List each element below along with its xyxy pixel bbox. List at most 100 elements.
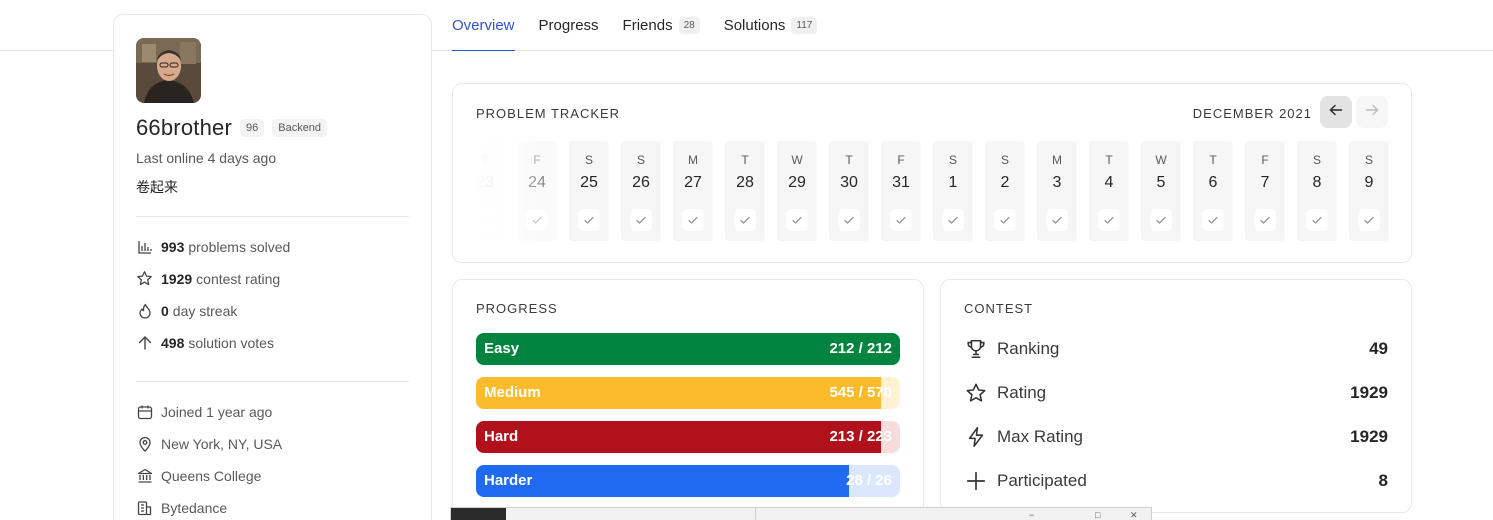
stat-value: 993 (161, 238, 185, 255)
tracker-day[interactable]: W5 (1141, 141, 1181, 241)
stat-label: solution votes (188, 334, 274, 351)
tab-label: Solutions (723, 17, 786, 34)
day-of-week: W (791, 153, 803, 167)
contest-row-label: Ranking (997, 339, 1060, 358)
progress-label: Harder (484, 472, 533, 489)
tab-friends[interactable]: Friends 28 (623, 0, 700, 51)
day-number: 9 (1364, 174, 1374, 191)
stat-problems-solved: 993 problems solved (136, 238, 290, 255)
profile-motto: 卷起来 (136, 179, 178, 195)
info-text: Queens College (161, 467, 262, 484)
check-icon (1046, 209, 1068, 231)
tracker-day[interactable]: T6 (1193, 141, 1233, 241)
prev-month-button[interactable] (1320, 96, 1352, 128)
tracker-day[interactable]: F 31 (881, 141, 921, 241)
info-joined: Joined 1 year ago (136, 403, 272, 420)
progress-card: PROGRESS Easy 212 / 212 Medium 545 / 570 Har… (452, 279, 924, 520)
profile-divider (136, 216, 409, 217)
day-of-week: W (1155, 153, 1167, 167)
trophy-icon (964, 337, 988, 361)
stat-label: problems solved (188, 238, 291, 255)
day-number: 5 (1156, 174, 1166, 191)
progress-bar-medium: Medium 545 / 570 (476, 377, 900, 409)
tracker-day[interactable]: M3 (1037, 141, 1077, 241)
tracker-day[interactable]: S2 (985, 141, 1025, 241)
close-icon[interactable]: ✕ (1130, 510, 1138, 520)
progress-label: Medium (484, 384, 541, 401)
tracker-day[interactable]: S8 (1297, 141, 1337, 241)
day-of-week: S (636, 153, 645, 167)
tab-label: Friends (622, 17, 673, 34)
location-pin-icon (136, 435, 153, 452)
tracker-day[interactable]: F7 (1245, 141, 1285, 241)
next-month-button[interactable] (1356, 96, 1388, 128)
day-of-week: F (533, 153, 541, 167)
day-number: 26 (632, 174, 650, 191)
tracker-day[interactable]: S 25 (569, 141, 609, 241)
contest-row-rating: Rating 1929 (964, 378, 1388, 408)
tracker-day[interactable]: T 30 (829, 141, 869, 241)
check-icon (630, 209, 652, 231)
day-of-week: T (481, 153, 489, 167)
progress-value: 28 / 26 (846, 472, 892, 489)
day-number: 2 (1000, 174, 1010, 191)
info-school: Queens College (136, 467, 261, 484)
flame-icon (136, 302, 153, 319)
progress-label: Hard (484, 428, 519, 445)
progress-label: Easy (484, 340, 520, 357)
tracker-day[interactable]: S 26 (621, 141, 661, 241)
minimize-icon[interactable]: − (1029, 510, 1034, 520)
tracker-day[interactable]: M 27 (673, 141, 713, 241)
day-number: 7 (1260, 174, 1270, 191)
contest-row-value: 1929 (1350, 427, 1388, 446)
check-icon (786, 209, 808, 231)
bottom-window-strip[interactable]: − □ ✕ (450, 507, 1152, 520)
day-number: 27 (684, 174, 702, 191)
day-of-week: M (688, 153, 698, 167)
profile-tabs: Overview Progress Friends 28 Solutions 117 (452, 0, 818, 51)
tab-progress[interactable]: Progress (539, 0, 599, 51)
tab-solutions[interactable]: Solutions 117 (724, 0, 818, 51)
tracker-day[interactable]: F 24 (517, 141, 557, 241)
tracker-day[interactable]: T 28 (725, 141, 765, 241)
day-of-week: F (897, 153, 905, 167)
avatar[interactable] (136, 38, 201, 103)
check-icon (526, 209, 548, 231)
arrow-up-icon (136, 334, 153, 351)
check-icon (1358, 209, 1380, 231)
tracker-day[interactable]: W 29 (777, 141, 817, 241)
tracker-day[interactable]: S9 (1349, 141, 1389, 241)
progress-bar-easy: Easy 212 / 212 (476, 333, 900, 365)
username: 66brother (136, 115, 232, 140)
dock-separator (755, 508, 756, 520)
tracker-month: DECEMBER 2021 (1192, 106, 1312, 121)
day-of-week: S (1000, 153, 1009, 167)
progress-bar-harder: Harder 28 / 26 (476, 465, 900, 497)
star-icon (136, 270, 153, 287)
stat-value: 0 (161, 302, 169, 319)
lightning-icon (964, 425, 988, 449)
progress-title: PROGRESS (476, 301, 558, 316)
tab-overview[interactable]: Overview (452, 0, 515, 51)
check-icon (890, 209, 912, 231)
tracker-day[interactable]: T4 (1089, 141, 1129, 241)
check-icon (1254, 209, 1276, 231)
tracker-title: PROBLEM TRACKER (476, 106, 621, 121)
day-number: 28 (736, 174, 754, 191)
arrow-right-icon (1365, 103, 1379, 121)
stat-label: contest rating (196, 270, 281, 287)
day-number: 8 (1312, 174, 1322, 191)
tracker-day[interactable]: T 23 (465, 141, 505, 241)
tracker-day[interactable]: S1 (933, 141, 973, 241)
contest-row-label: Participated (997, 471, 1087, 490)
maximize-icon[interactable]: □ (1095, 510, 1100, 520)
contest-row-value: 8 (1378, 471, 1388, 490)
day-number: 3 (1052, 174, 1062, 191)
check-icon (734, 209, 756, 231)
check-icon (1098, 209, 1120, 231)
problem-tracker-card: PROBLEM TRACKER DECEMBER 2021 T 23 F 24 S 25 S… (452, 83, 1412, 263)
arrow-left-icon (1329, 103, 1343, 121)
check-icon (1202, 209, 1224, 231)
tab-count-badge: 117 (791, 17, 818, 34)
check-icon (838, 209, 860, 231)
